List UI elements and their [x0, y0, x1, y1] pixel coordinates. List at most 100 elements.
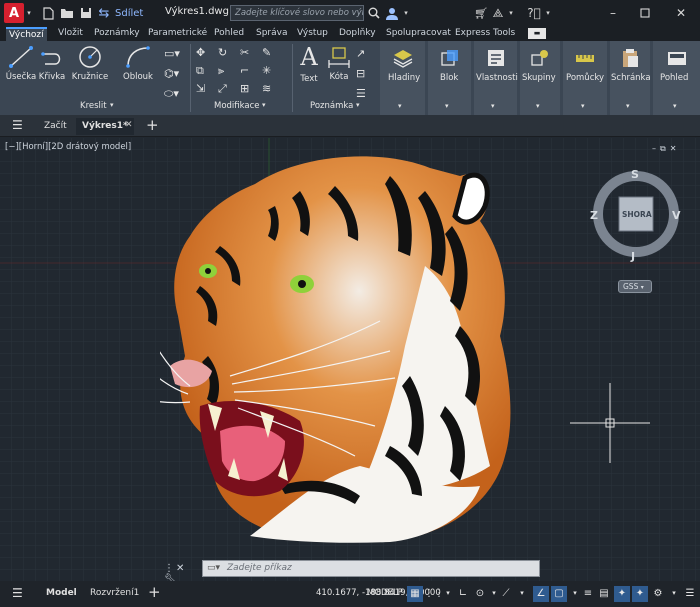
isodraft-icon[interactable]: ⟋	[498, 586, 514, 602]
tab-output[interactable]: Výstup	[294, 27, 331, 41]
close-icon[interactable]: ✕	[672, 3, 690, 23]
line-tool-button[interactable]: Úsečka	[5, 44, 37, 82]
clipboard-panel[interactable]: Schránka ▾	[610, 41, 651, 115]
file-menu-hamburger-icon[interactable]: ☰	[12, 119, 26, 133]
copy-icon[interactable]: ⧉	[196, 64, 218, 82]
grid-toggle-icon[interactable]: ▦	[407, 586, 423, 602]
viewcube-face-top[interactable]: SHORA	[622, 210, 652, 219]
help-chevron-icon[interactable]: ▾	[543, 3, 553, 23]
model-tab[interactable]: Model	[40, 586, 83, 602]
ucs-menu-button[interactable]: GSS ▾	[618, 280, 652, 293]
modify-panel-chevron-icon[interactable]: ▾	[262, 101, 266, 109]
isodraft-chevron-icon[interactable]: ▾	[514, 586, 530, 602]
search-input[interactable]: Zadejte klíčové slovo nebo výraz.	[230, 5, 364, 21]
account-chevron-icon[interactable]: ▾	[401, 3, 411, 23]
draw-panel-title[interactable]: Kreslit	[80, 101, 107, 111]
ribbon-minimize-button[interactable]: ▬	[528, 28, 546, 39]
fillet-icon[interactable]: ⌐	[240, 64, 262, 82]
new-file-icon[interactable]	[40, 3, 56, 23]
viewport-controls-label[interactable]: [−][Horní][2D drátový model]	[5, 142, 131, 152]
view-panel[interactable]: Pohled ▾	[653, 41, 700, 115]
scale-icon[interactable]: ⤢	[218, 82, 240, 100]
tab-annotate[interactable]: Poznámky	[91, 27, 143, 41]
layers-panel[interactable]: Hladiny ▾	[380, 41, 425, 115]
dimension-tool-button[interactable]: Kóta	[326, 44, 352, 82]
utilities-panel[interactable]: Pomůcky ▾	[563, 41, 607, 115]
annotation-panel-title[interactable]: Poznámka	[310, 101, 353, 111]
drawing-canvas[interactable]: [−][Horní][2D drátový model] –⧉✕ S J Z V…	[0, 138, 700, 581]
search-icon[interactable]	[366, 3, 382, 23]
hatch-icon[interactable]: ⌬▾	[164, 67, 184, 81]
lineweight-icon[interactable]: ≡	[580, 586, 596, 602]
a360-chevron-icon[interactable]: ▾	[506, 3, 516, 23]
settings-chevron-icon[interactable]: ▾	[666, 586, 682, 602]
text-tool-button[interactable]: A Text	[296, 44, 322, 84]
move-icon[interactable]: ✥	[196, 46, 218, 64]
save-icon[interactable]	[78, 3, 94, 23]
mirror-icon[interactable]: ⫸	[218, 64, 240, 82]
settings-gear-icon[interactable]: ⚙	[650, 586, 666, 602]
minimize-icon[interactable]: –	[604, 3, 622, 23]
open-file-icon[interactable]	[59, 3, 75, 23]
polyline-tool-button[interactable]: Křivka	[37, 44, 67, 82]
close-tab-icon[interactable]: ✕	[125, 120, 133, 130]
stretch-icon[interactable]: ⇲	[196, 82, 218, 100]
viewport-close-icon[interactable]: ✕	[670, 144, 681, 153]
help-icon[interactable]: ?⃝	[526, 3, 542, 23]
explode-icon[interactable]: ✳	[262, 64, 284, 82]
viewcube-west-label[interactable]: Z	[590, 209, 598, 222]
trim-icon[interactable]: ✂	[240, 46, 262, 64]
annotation-panel-chevron-icon[interactable]: ▾	[356, 101, 360, 109]
array-icon[interactable]: ⊞	[240, 82, 262, 100]
command-input[interactable]: ▭▾ Zadejte příkaz	[202, 560, 540, 577]
tab-addins[interactable]: Doplňky	[336, 27, 379, 41]
share-button[interactable]: Sdílet	[115, 8, 143, 19]
viewcube[interactable]	[590, 168, 682, 288]
groups-panel[interactable]: Skupiny ▾	[520, 41, 560, 115]
share-icon[interactable]: ⇆	[97, 3, 111, 23]
start-tab[interactable]: Začít	[38, 118, 73, 135]
app-logo-button[interactable]: A	[4, 3, 24, 23]
user-account-icon[interactable]	[384, 3, 400, 23]
layout-menu-hamburger-icon[interactable]: ☰	[12, 587, 26, 601]
maximize-icon[interactable]	[636, 3, 654, 23]
command-grip-icon[interactable]: ⋮	[164, 563, 176, 574]
annotation-autoscale-icon[interactable]: ✦	[632, 586, 648, 602]
block-panel[interactable]: Blok ▾	[428, 41, 471, 115]
viewport-minimize-icon[interactable]: –	[652, 144, 660, 153]
draw-panel-chevron-icon[interactable]: ▾	[110, 101, 114, 109]
tab-home[interactable]: Výchozí	[6, 27, 47, 41]
modify-panel-title[interactable]: Modifikace	[214, 101, 260, 111]
ortho-toggle-icon[interactable]: ∟	[455, 586, 471, 602]
rotate-icon[interactable]: ↻	[218, 46, 240, 64]
snap-toggle-icon[interactable]: ⋮⋮	[424, 586, 444, 602]
snap-chevron-icon[interactable]: ▾	[440, 586, 456, 602]
object-snap-icon[interactable]: ▢	[551, 586, 567, 602]
tab-parametric[interactable]: Parametrické	[145, 27, 210, 41]
add-layout-plus-icon[interactable]: +	[148, 583, 161, 601]
model-space-toggle[interactable]: MODELP	[367, 588, 403, 598]
annotation-visibility-icon[interactable]: ✦	[614, 586, 630, 602]
object-snap-tracking-icon[interactable]: ∠	[533, 586, 549, 602]
tab-express-tools[interactable]: Express Tools	[452, 27, 518, 41]
tab-view[interactable]: Pohled	[211, 27, 247, 41]
viewcube-north-label[interactable]: S	[631, 168, 639, 181]
new-tab-plus-icon[interactable]: +	[146, 116, 159, 134]
command-close-icon[interactable]: ✕	[176, 563, 186, 574]
tab-insert[interactable]: Vložit	[55, 27, 86, 41]
viewport-restore-icon[interactable]: ⧉	[660, 144, 670, 153]
offset-icon[interactable]: ≋	[262, 82, 284, 100]
rectangle-icon[interactable]: ▭▾	[164, 47, 184, 61]
table-icon[interactable]: ⊟	[356, 67, 372, 87]
command-customize-icon[interactable]: 🔧︎	[164, 574, 179, 581]
layout1-tab[interactable]: Rozvržení1	[84, 586, 145, 602]
tab-collaborate[interactable]: Spolupracovat	[383, 27, 454, 41]
tab-manage[interactable]: Správa	[253, 27, 290, 41]
leader-icon[interactable]: ↗	[356, 47, 372, 67]
ellipse-icon[interactable]: ⬭▾	[164, 87, 184, 101]
customize-status-hamburger-icon[interactable]: ☰	[682, 586, 698, 602]
transparency-icon[interactable]: ▤	[596, 586, 612, 602]
app-menu-chevron-icon[interactable]: ▾	[24, 3, 34, 23]
store-cart-icon[interactable]: 🛒︎	[474, 3, 488, 23]
circle-tool-button[interactable]: Kružnice	[68, 44, 112, 82]
